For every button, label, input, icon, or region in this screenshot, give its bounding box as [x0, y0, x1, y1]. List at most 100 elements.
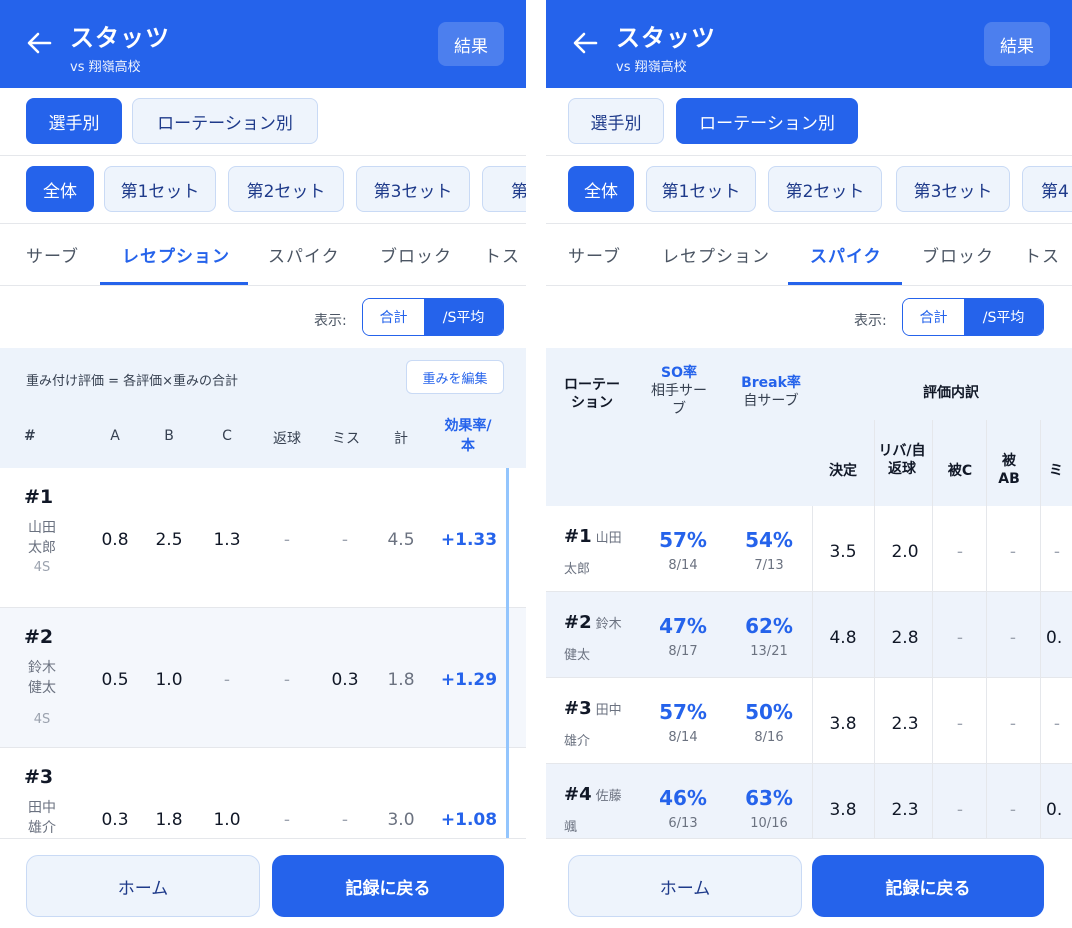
value-total: 3.0 — [387, 810, 415, 830]
value-miss: 0. — [1046, 628, 1063, 648]
page-subtitle: vs 翔嶺高校 — [70, 60, 141, 75]
column-divider — [986, 420, 987, 838]
value-return: - — [283, 670, 291, 690]
home-button[interactable]: ホーム — [568, 855, 802, 917]
value-kill: 4.8 — [829, 628, 857, 648]
category-tab-block[interactable]: ブロック — [922, 242, 994, 267]
table-row[interactable]: #1 山田 太郎 57% 8/14 54% 7/13 3.5 2.0 - - - — [546, 506, 1072, 592]
category-tab-toss[interactable]: トス — [1024, 242, 1060, 267]
display-total-option[interactable]: 合計 — [903, 299, 965, 335]
edit-weight-button[interactable]: 重みを編集 — [406, 360, 504, 394]
display-toggle: 表示: 合計 /S平均 — [0, 286, 526, 348]
break-rate: 62% — [745, 614, 793, 638]
value-total: 1.8 — [387, 670, 415, 690]
player-name-line1: 山田 — [595, 531, 622, 546]
right-panel: スタッツ vs 翔嶺高校 結果 選手別 ローテーション別 全体 第1セット 第2… — [546, 0, 1072, 928]
value-efficiency: +1.08 — [440, 810, 498, 830]
col-header-miss: ミス — [332, 431, 360, 447]
set-tab-2[interactable]: 第2セット — [768, 166, 882, 212]
view-tab-by-player[interactable]: 選手別 — [568, 98, 664, 144]
left-panel: スタッツ vs 翔嶺高校 結果 選手別 ローテーション別 全体 第1セット 第2… — [0, 0, 526, 928]
category-tab-serve[interactable]: サーブ — [568, 242, 621, 267]
category-tabs: サーブ レセプション スパイク ブロック トス — [546, 224, 1072, 286]
set-tab-3[interactable]: 第3セット — [896, 166, 1010, 212]
table-row[interactable]: #1 山田 太郎 4S 0.8 2.5 1.3 - - 4.5 +1.33 — [0, 468, 526, 608]
col-header-efficiency: 効果率/本 — [444, 418, 492, 454]
table-row[interactable]: #2 鈴木 健太 47% 8/17 62% 13/21 4.8 2.8 - - 0… — [546, 592, 1072, 678]
break-fraction: 10/16 — [750, 816, 788, 831]
value-miss: 0.3 — [331, 670, 359, 690]
value-b: 2.5 — [155, 530, 183, 550]
col-header-miss: ミ — [1049, 463, 1063, 479]
value-b: 1.8 — [155, 810, 183, 830]
value-a: 0.8 — [101, 530, 129, 550]
col-header-breakdown: 評価内訳 — [923, 385, 979, 401]
view-tab-by-rotation[interactable]: ローテーション別 — [676, 98, 858, 144]
active-tab-indicator — [788, 282, 902, 285]
arrow-left-icon[interactable] — [570, 28, 600, 58]
break-fraction: 8/16 — [754, 730, 784, 745]
value-a: 0.3 — [101, 810, 129, 830]
arrow-left-icon[interactable] — [24, 28, 54, 58]
page-title: スタッツ — [616, 24, 716, 52]
rotation-number: #3 田中 — [564, 698, 622, 719]
player-name-line1: 佐藤 — [595, 789, 622, 804]
value-miss: - — [341, 530, 349, 550]
category-tab-reception[interactable]: レセプション — [662, 242, 770, 267]
set-tab-4[interactable]: 第4 — [1022, 166, 1072, 212]
result-button[interactable]: 結果 — [438, 22, 504, 66]
value-blocked-ab: - — [1009, 542, 1017, 562]
set-tab-3[interactable]: 第3セット — [356, 166, 470, 212]
player-name-line2: 健太 — [564, 648, 591, 663]
category-tab-reception[interactable]: レセプション — [122, 242, 230, 267]
result-button[interactable]: 結果 — [984, 22, 1050, 66]
col-header-break-rate: Break率 — [741, 375, 801, 391]
set-tab-4[interactable]: 第4 — [482, 166, 526, 212]
col-header-number: # — [24, 428, 36, 444]
so-rate: 47% — [659, 614, 707, 638]
so-fraction: 6/13 — [668, 816, 698, 831]
table-row[interactable]: #3 田中 雄介 57% 8/14 50% 8/16 3.8 2.3 - - - — [546, 678, 1072, 764]
value-rebound: 2.3 — [891, 714, 919, 734]
set-tab-1[interactable]: 第1セット — [646, 166, 756, 212]
scrollbar[interactable] — [506, 468, 509, 838]
player-name-line1: 山田 — [28, 520, 56, 536]
weight-info: 重み付け評価 = 各評価×重みの合計 重みを編集 — [0, 348, 526, 404]
set-tabs: 全体 第1セット 第2セット 第3セット 第4 — [0, 156, 526, 224]
player-name: 鈴木 健太 — [24, 658, 60, 698]
view-toggle: 選手別 ローテーション別 — [546, 88, 1072, 156]
view-tab-by-player[interactable]: 選手別 — [26, 98, 122, 144]
view-tab-by-rotation[interactable]: ローテーション別 — [132, 98, 318, 144]
display-total-option[interactable]: 合計 — [363, 299, 425, 335]
col-header-rebound: リバ/自返球 — [878, 443, 926, 477]
category-tab-toss[interactable]: トス — [484, 242, 520, 267]
col-header-break-sub: 自サーブ — [743, 393, 799, 409]
set-tab-all[interactable]: 全体 — [26, 166, 94, 212]
player-name-line1: 田中 — [595, 703, 622, 718]
break-rate: 63% — [745, 786, 793, 810]
category-tab-serve[interactable]: サーブ — [26, 242, 79, 267]
column-divider — [874, 420, 875, 838]
category-tab-spike[interactable]: スパイク — [268, 242, 340, 267]
display-per-set-option[interactable]: /S平均 — [964, 299, 1043, 335]
rotation-no-text: #1 — [564, 526, 592, 547]
value-miss: - — [341, 810, 349, 830]
home-button[interactable]: ホーム — [26, 855, 260, 917]
value-blocked-ab: - — [1009, 628, 1017, 648]
set-tab-1[interactable]: 第1セット — [104, 166, 216, 212]
player-name-line2: 颯 — [564, 820, 578, 835]
weight-formula: 重み付け評価 = 各評価×重みの合計 — [26, 374, 239, 389]
display-per-set-option[interactable]: /S平均 — [424, 299, 503, 335]
category-tab-spike[interactable]: スパイク — [810, 242, 882, 267]
back-to-record-button[interactable]: 記録に戻る — [812, 855, 1044, 917]
value-return: - — [283, 810, 291, 830]
col-header-blocked-ab: 被AB — [998, 453, 1020, 487]
value-blocked-c: - — [956, 542, 964, 562]
back-to-record-button[interactable]: 記録に戻る — [272, 855, 504, 917]
table-row[interactable]: #2 鈴木 健太 4S 0.5 1.0 - - 0.3 1.8 +1.29 — [0, 608, 526, 748]
category-tab-block[interactable]: ブロック — [380, 242, 452, 267]
column-divider — [932, 420, 933, 838]
set-tab-2[interactable]: 第2セット — [228, 166, 344, 212]
col-header-a: A — [110, 428, 120, 444]
set-tab-all[interactable]: 全体 — [568, 166, 634, 212]
